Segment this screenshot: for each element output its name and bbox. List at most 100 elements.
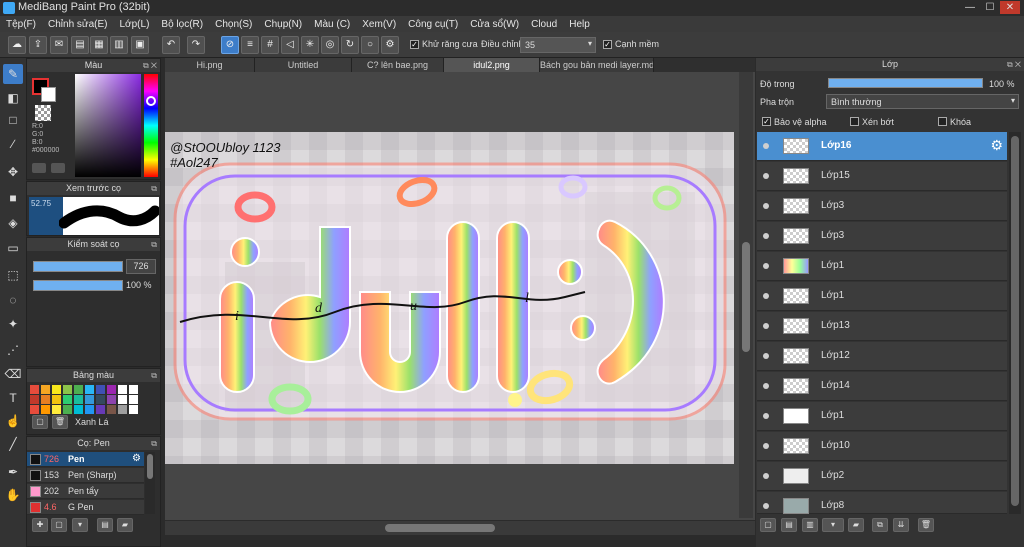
palette-swatch[interactable] [30, 395, 39, 404]
layer-row[interactable]: Lớp14 [757, 372, 1007, 401]
panel-expand-icon[interactable]: ⧉ ✕ [143, 59, 157, 72]
layer-row[interactable]: Lớp2 [757, 462, 1007, 491]
palette-swatch[interactable] [30, 405, 39, 414]
antialias-checkbox[interactable]: ✓ [410, 40, 419, 49]
brush-tool-icon[interactable]: ✎ [3, 64, 23, 84]
add-brush-icon[interactable]: ✚ [32, 518, 48, 532]
transparent-color[interactable] [35, 105, 51, 121]
layer-row[interactable]: Lớp3 [757, 192, 1007, 221]
panel-expand-icon[interactable]: ⧉ [151, 238, 157, 251]
eye-icon[interactable] [763, 173, 769, 179]
panel-expand-icon[interactable]: ⧉ [151, 437, 157, 450]
menu-filter[interactable]: Bộ lọc(R) [155, 19, 209, 30]
eyedropper-icon[interactable]: ✒ [3, 462, 23, 482]
brush-item[interactable]: 202 Pen tẩy [27, 484, 144, 499]
eye-icon[interactable] [763, 443, 769, 449]
new-1bit-layer-icon[interactable]: ▥ [802, 518, 818, 532]
menu-cloud[interactable]: Cloud [525, 19, 563, 30]
layer-menu-icon[interactable]: ▾ [822, 518, 844, 532]
brush-size-slider[interactable] [33, 261, 123, 272]
comment-icon[interactable]: ✉ [50, 36, 68, 54]
panel-expand-icon[interactable]: ⧉ ✕ [1007, 58, 1021, 71]
menu-color[interactable]: Màu (C) [308, 19, 356, 30]
circle-snap-icon[interactable]: ◎ [321, 36, 339, 54]
minimize-button[interactable]: — [960, 1, 980, 14]
eye-icon[interactable] [763, 263, 769, 269]
color-mode-button[interactable] [32, 163, 46, 173]
maximize-button[interactable]: ☐ [980, 1, 1000, 14]
eye-icon[interactable] [763, 473, 769, 479]
brush-size-value[interactable]: 726 [126, 259, 156, 274]
operation-tool-icon[interactable]: ☝ [3, 411, 23, 431]
canvas-area[interactable]: @StOOUbloy 1123 #Aol247 i d u l [165, 72, 755, 520]
select-pen-icon[interactable]: ⋰ [3, 340, 23, 360]
layer-row[interactable]: Lớp15 [757, 162, 1007, 191]
line-tool-icon[interactable]: ∕ [3, 134, 23, 154]
trash-icon[interactable]: 🗑 [52, 415, 68, 429]
canvas-vertical-scrollbar[interactable] [739, 72, 753, 518]
copy-brush-icon[interactable]: ▤ [97, 518, 113, 532]
palette-swatch[interactable] [41, 405, 50, 414]
panel-expand-icon[interactable]: ⧉ [151, 182, 157, 195]
divide-tool-icon[interactable]: ╱ [3, 434, 23, 454]
select-eraser-icon[interactable]: ⌫ [3, 364, 23, 384]
eye-icon[interactable] [763, 293, 769, 299]
menu-select[interactable]: Chọn(S) [209, 19, 258, 30]
palette-swatch[interactable] [85, 395, 94, 404]
eye-icon[interactable] [763, 323, 769, 329]
fill-rect-tool-icon[interactable]: ■ [3, 188, 23, 208]
eye-icon[interactable] [763, 413, 769, 419]
trash-icon[interactable]: 🗑 [918, 518, 934, 532]
new-layer-icon[interactable]: ▢ [760, 518, 776, 532]
palette-swatch[interactable] [85, 405, 94, 414]
tab-idul2[interactable]: idul2.png [444, 58, 540, 72]
rectangle-tool-icon[interactable]: □ [3, 110, 23, 130]
palette-swatch[interactable] [74, 385, 83, 394]
palette-swatch[interactable] [129, 385, 138, 394]
palette-swatch[interactable] [52, 385, 61, 394]
palette-swatch[interactable] [63, 405, 72, 414]
palette-swatch[interactable] [85, 385, 94, 394]
layer-row[interactable]: Lớp1 [757, 402, 1007, 431]
palette-swatch[interactable] [74, 395, 83, 404]
redo-icon[interactable]: ↷ [187, 36, 205, 54]
menu-file[interactable]: Tệp(F) [0, 19, 42, 30]
tab-untitled[interactable]: Untitled [255, 58, 352, 72]
color-add-button[interactable] [51, 163, 65, 173]
canvas[interactable]: @StOOUbloy 1123 #Aol247 i d u l [165, 132, 734, 464]
page-icon[interactable]: ▦ [90, 36, 108, 54]
brush-list-scrollbar[interactable] [145, 452, 155, 514]
brush-item[interactable]: 726 Pen ⚙ [27, 452, 144, 467]
lock-checkbox[interactable] [938, 117, 947, 126]
saturation-value-picker[interactable] [75, 74, 141, 177]
hue-handle[interactable] [146, 96, 156, 106]
eye-icon[interactable] [763, 233, 769, 239]
hue-slider[interactable] [144, 74, 158, 177]
share-icon[interactable]: ⇪ [29, 36, 47, 54]
menu-window[interactable]: Cửa sổ(W) [464, 19, 525, 30]
layer-row[interactable]: Lớp12 [757, 342, 1007, 371]
select-tool-icon[interactable]: ⬚ [3, 265, 23, 285]
bucket-tool-icon[interactable]: ◈ [3, 213, 23, 233]
no-snap-icon[interactable]: ⊘ [221, 36, 239, 54]
merge-layer-icon[interactable]: ⇊ [893, 518, 909, 532]
menu-help[interactable]: Help [563, 19, 596, 30]
palette-swatch[interactable] [30, 385, 39, 394]
blend-mode-select[interactable]: Bình thường ▾ [826, 94, 1019, 109]
eye-icon[interactable] [763, 383, 769, 389]
folder-icon[interactable]: ▰ [848, 518, 864, 532]
grid-icon[interactable]: ▥ [110, 36, 128, 54]
layer-opacity-slider[interactable] [828, 78, 983, 88]
document-icon[interactable]: ▤ [71, 36, 89, 54]
palette-swatch[interactable] [52, 405, 61, 414]
undo-icon[interactable]: ↶ [162, 36, 180, 54]
palette-swatch[interactable] [41, 395, 50, 404]
palette-swatch[interactable] [52, 395, 61, 404]
snap-settings-icon[interactable]: ⚙ [381, 36, 399, 54]
palette-swatch[interactable] [96, 405, 105, 414]
palette-swatch[interactable] [63, 385, 72, 394]
ellipse-snap-icon[interactable]: ○ [361, 36, 379, 54]
canvas-horizontal-scrollbar[interactable] [165, 521, 755, 535]
parallel-snap-icon[interactable]: ≡ [241, 36, 259, 54]
cloud-icon[interactable]: ☁ [8, 36, 26, 54]
